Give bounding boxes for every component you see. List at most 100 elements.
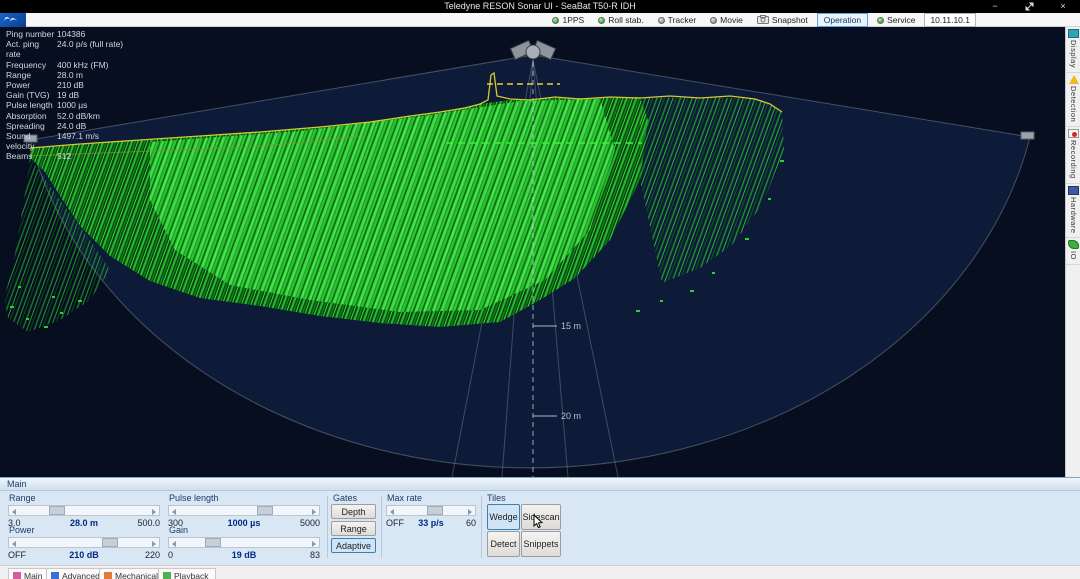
- indicator-label: Tracker: [668, 15, 697, 25]
- tab-label: Main: [24, 571, 42, 579]
- indicator-roll-stab: Roll stab.: [593, 15, 648, 25]
- camera-icon: [757, 15, 769, 26]
- tiles-wedge-button[interactable]: Wedge: [487, 504, 520, 530]
- slider-increase-arrow[interactable]: [148, 538, 159, 547]
- hardware-chip-icon: [1068, 186, 1079, 195]
- slider-value: 210 dB: [8, 550, 160, 560]
- slider-thumb[interactable]: [102, 538, 118, 547]
- teledyne-logo-icon: [0, 13, 26, 27]
- sidebar-tab-detection[interactable]: Detection: [1066, 73, 1080, 127]
- slider-increase-arrow[interactable]: [308, 506, 319, 515]
- close-icon[interactable]: ×: [1046, 0, 1080, 13]
- tiles-snippets-button[interactable]: Snippets: [521, 531, 561, 557]
- panel-tab-row: Main Advanced Mechanical Playback: [0, 565, 1080, 579]
- slider-increase-arrow[interactable]: [148, 506, 159, 515]
- led-icon: [598, 17, 605, 24]
- indicator-service[interactable]: Service: [872, 15, 920, 25]
- warning-triangle-icon: [1069, 75, 1079, 84]
- led-icon: [877, 17, 884, 24]
- sidebar-tab-label: Hardware: [1069, 197, 1078, 234]
- slider-increase-arrow[interactable]: [464, 506, 475, 515]
- slider-value: 19 dB: [168, 550, 320, 560]
- tab-label: Mechanical: [115, 571, 158, 579]
- gates-group-label: Gates: [333, 493, 357, 503]
- sidebar-tab-recording[interactable]: Recording: [1066, 127, 1080, 184]
- record-dot-icon: [1068, 129, 1079, 138]
- slider-value: 1000 µs: [168, 518, 320, 528]
- slider-thumb[interactable]: [257, 506, 273, 515]
- sidebar-tab-label: IO: [1069, 251, 1078, 260]
- sidebar-tab-label: Detection: [1069, 86, 1078, 122]
- slider-thumb[interactable]: [205, 538, 221, 547]
- tab-playback[interactable]: Playback: [158, 568, 216, 579]
- mouse-cursor: [533, 514, 544, 534]
- io-icon: [1068, 240, 1079, 249]
- slider-value: 33 p/s: [386, 518, 476, 528]
- restore-icon[interactable]: [1012, 0, 1046, 13]
- snapshot-button[interactable]: Snapshot: [752, 15, 813, 26]
- service-label: Service: [887, 15, 915, 25]
- operation-toggle[interactable]: Operation: [817, 13, 868, 27]
- window-title: Teledyne RESON Sonar UI - SeaBat T50-R I…: [0, 1, 1080, 11]
- slider-decrease-arrow[interactable]: [169, 538, 180, 547]
- sidebar-tab-label: Display: [1069, 40, 1078, 68]
- sonar-wedge-display[interactable]: 15 m 20 m Ping number104386 Act. ping ra…: [0, 27, 1065, 477]
- sidebar-tab-label: Recording: [1069, 140, 1078, 179]
- slider-increase-arrow[interactable]: [308, 538, 319, 547]
- slider-max: 5000: [300, 518, 320, 528]
- wedge-handle-right[interactable]: [1021, 132, 1034, 139]
- sonar-ui-window: Teledyne RESON Sonar UI - SeaBat T50-R I…: [0, 0, 1080, 579]
- mechanical-tab-icon: [104, 572, 112, 579]
- tiles-group-label: Tiles: [487, 493, 506, 503]
- range-slider[interactable]: [8, 505, 160, 516]
- main-tab-icon: [13, 572, 21, 579]
- led-icon: [552, 17, 559, 24]
- slider-max: 60: [466, 518, 476, 528]
- sidebar-tab-display[interactable]: Display: [1066, 27, 1080, 73]
- slider-decrease-arrow[interactable]: [9, 506, 20, 515]
- sidebar-tab-io[interactable]: IO: [1066, 238, 1080, 265]
- slider-max: 220: [145, 550, 160, 560]
- pulse-length-group-label: Pulse length: [169, 493, 219, 503]
- right-sidebar: Display Detection Recording Hardware IO: [1065, 27, 1080, 477]
- sonar-scene: 15 m 20 m: [0, 27, 1065, 477]
- gates-range-button[interactable]: Range: [331, 521, 376, 536]
- sidebar-tab-hardware[interactable]: Hardware: [1066, 184, 1080, 239]
- range-tick-label: 20 m: [561, 411, 581, 421]
- power-slider[interactable]: [8, 537, 160, 548]
- indicator-label: Roll stab.: [608, 15, 643, 25]
- gates-depth-button[interactable]: Depth: [331, 504, 376, 519]
- gain-slider[interactable]: [168, 537, 320, 548]
- panel-header: Main: [0, 478, 1080, 491]
- slider-decrease-arrow[interactable]: [387, 506, 398, 515]
- tiles-detect-button[interactable]: Detect: [487, 531, 520, 557]
- gain-group-label: Gain: [169, 525, 188, 535]
- led-icon: [710, 17, 717, 24]
- slider-max: 83: [310, 550, 320, 560]
- indicator-1pps: 1PPS: [547, 15, 589, 25]
- indicator-label: 1PPS: [562, 15, 584, 25]
- slider-thumb[interactable]: [49, 506, 65, 515]
- max-rate-slider[interactable]: [386, 505, 476, 516]
- slider-thumb[interactable]: [427, 506, 443, 515]
- slider-decrease-arrow[interactable]: [169, 506, 180, 515]
- slider-max: 500.0: [137, 518, 160, 528]
- max-rate-group-label: Max rate: [387, 493, 422, 503]
- tab-label: Advanced: [62, 571, 100, 579]
- indicator-movie: Movie: [705, 15, 748, 25]
- playback-tab-icon: [163, 572, 171, 579]
- tab-advanced[interactable]: Advanced: [46, 568, 107, 579]
- minimize-icon[interactable]: −: [978, 0, 1012, 13]
- indicator-label: Movie: [720, 15, 743, 25]
- display-icon: [1068, 29, 1079, 38]
- advanced-tab-icon: [51, 572, 59, 579]
- ping-info-panel: Ping number104386 Act. ping rate24.0 p/s…: [6, 29, 123, 162]
- ip-address-field[interactable]: 10.11.10.1: [924, 13, 976, 27]
- pulse-length-slider[interactable]: [168, 505, 320, 516]
- tab-main[interactable]: Main: [8, 568, 49, 579]
- tab-mechanical[interactable]: Mechanical: [99, 568, 165, 579]
- led-icon: [658, 17, 665, 24]
- gates-adaptive-button[interactable]: Adaptive: [331, 538, 376, 553]
- indicator-tracker: Tracker: [653, 15, 702, 25]
- slider-decrease-arrow[interactable]: [9, 538, 20, 547]
